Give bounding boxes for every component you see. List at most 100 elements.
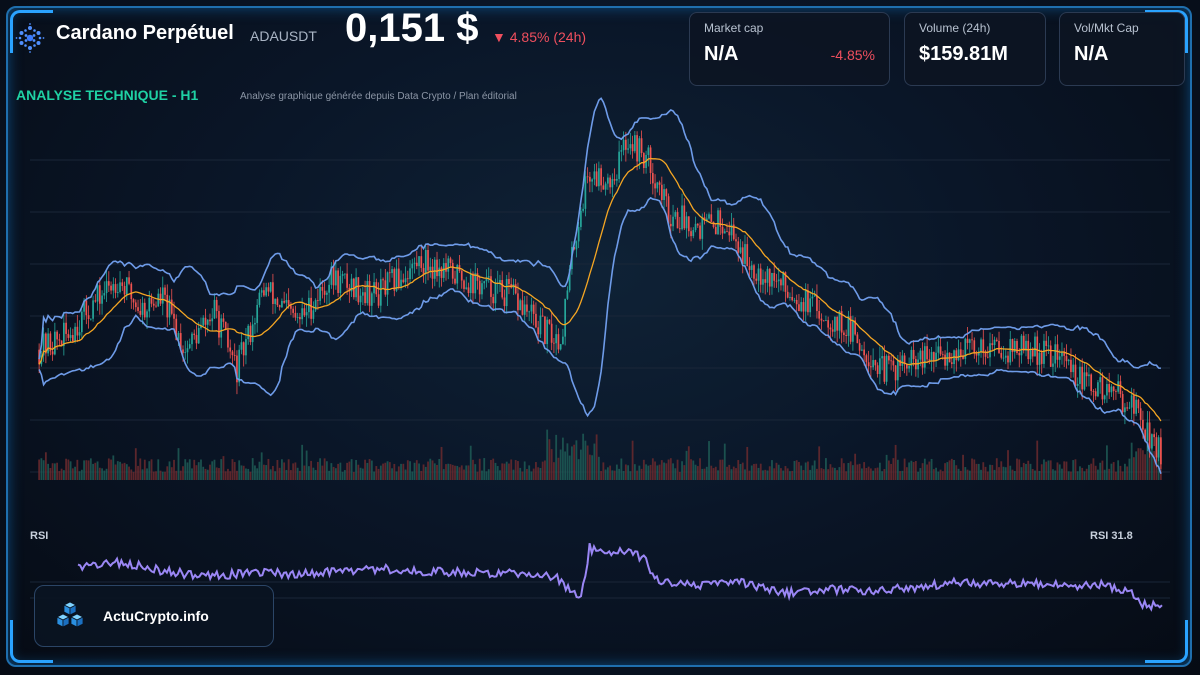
volume-bar — [973, 459, 976, 480]
candle-body — [245, 339, 247, 356]
volume-bar — [678, 471, 681, 480]
volume-bar — [782, 470, 785, 480]
volume-bar — [838, 467, 841, 480]
volume-bar — [748, 470, 751, 480]
volume-bar — [76, 459, 79, 480]
volume-bar — [112, 455, 115, 480]
volume-bar — [240, 465, 243, 480]
volume-bar — [168, 461, 171, 480]
candle-body — [897, 359, 899, 381]
candle-body — [744, 244, 746, 264]
volume-bar — [557, 457, 560, 480]
candle-body — [472, 273, 474, 294]
candle-body — [870, 366, 872, 368]
volume-bar — [56, 462, 59, 480]
volume-bar — [955, 465, 958, 480]
candle-body — [786, 291, 789, 298]
candle-body — [310, 297, 312, 319]
candle-body — [440, 267, 443, 278]
volume-bar — [166, 466, 169, 480]
candle-body — [384, 280, 387, 295]
volume-bar — [361, 468, 364, 480]
volume-bar — [613, 470, 616, 480]
candle-body — [971, 339, 973, 341]
candle-body — [364, 292, 366, 304]
volume-bar — [624, 464, 627, 480]
candle-body — [811, 296, 814, 299]
volume-bar — [233, 461, 236, 480]
volume-bar — [184, 459, 187, 480]
candle-body — [984, 352, 987, 357]
volume-bar — [950, 458, 953, 480]
volume-bar — [294, 462, 297, 480]
volume-bar — [746, 446, 749, 480]
volume-bar — [508, 463, 510, 480]
volume-bar — [881, 471, 884, 480]
candle-body — [1119, 381, 1122, 395]
volume-bar — [80, 469, 83, 480]
volume-bar — [665, 463, 668, 480]
volume-bar — [323, 458, 326, 480]
volume-bar — [1092, 458, 1095, 480]
candle-body — [494, 283, 497, 304]
candle-body — [982, 339, 985, 353]
candle-body — [932, 352, 935, 361]
candle-body — [669, 223, 672, 227]
volume-bar — [1013, 471, 1016, 480]
volume-bar — [69, 461, 72, 480]
candle-body — [546, 319, 549, 345]
candle-body — [211, 318, 214, 322]
volume-bar — [339, 462, 342, 480]
volume-bar — [121, 463, 124, 480]
candle-body — [411, 263, 414, 269]
candle-body — [690, 231, 692, 237]
candle-body — [852, 320, 854, 342]
volume-bar — [373, 471, 375, 480]
volume-bar — [472, 459, 474, 480]
volume-bar — [723, 443, 726, 480]
candle-body — [526, 304, 528, 312]
volume-bar — [321, 465, 324, 480]
volume-bar — [103, 470, 106, 480]
volume-bar — [424, 466, 427, 480]
volume-bar — [352, 471, 355, 480]
candle-body — [674, 212, 677, 217]
candle-body — [150, 297, 153, 304]
candle-body — [872, 360, 874, 368]
volume-bar — [741, 462, 744, 480]
volume-bar — [986, 471, 989, 480]
volume-bar — [141, 469, 144, 480]
volume-bar — [386, 461, 389, 480]
candle-body — [600, 168, 602, 186]
volume-bar — [388, 462, 391, 480]
volume-bar — [638, 465, 641, 480]
volume-bar — [1141, 450, 1144, 480]
volume-bar — [831, 467, 834, 480]
candle-body — [957, 349, 960, 361]
candle-body — [220, 318, 223, 338]
volume-bar — [209, 464, 211, 480]
volume-bar — [305, 450, 308, 480]
volume-bar — [505, 461, 508, 480]
volume-bar — [463, 469, 465, 480]
volume-bar — [427, 461, 429, 480]
candle-body — [649, 147, 652, 173]
volume-bar — [582, 433, 585, 480]
candle-body — [708, 214, 710, 219]
candle-body — [559, 344, 562, 350]
volume-bar — [759, 463, 762, 480]
volume-bar — [629, 471, 632, 480]
volume-bar — [499, 470, 501, 480]
candle-body — [56, 331, 58, 340]
volume-bar — [465, 465, 468, 480]
volume-bar — [1090, 463, 1093, 480]
volume-bar — [771, 460, 773, 480]
volume-bar — [179, 470, 182, 480]
candle-body — [856, 334, 859, 344]
candle-body — [946, 352, 949, 366]
volume-bar — [301, 444, 304, 480]
candle-body — [296, 317, 299, 318]
candle-body — [301, 308, 303, 320]
bollinger-bands — [38, 97, 1162, 474]
volume-bar — [586, 445, 589, 480]
